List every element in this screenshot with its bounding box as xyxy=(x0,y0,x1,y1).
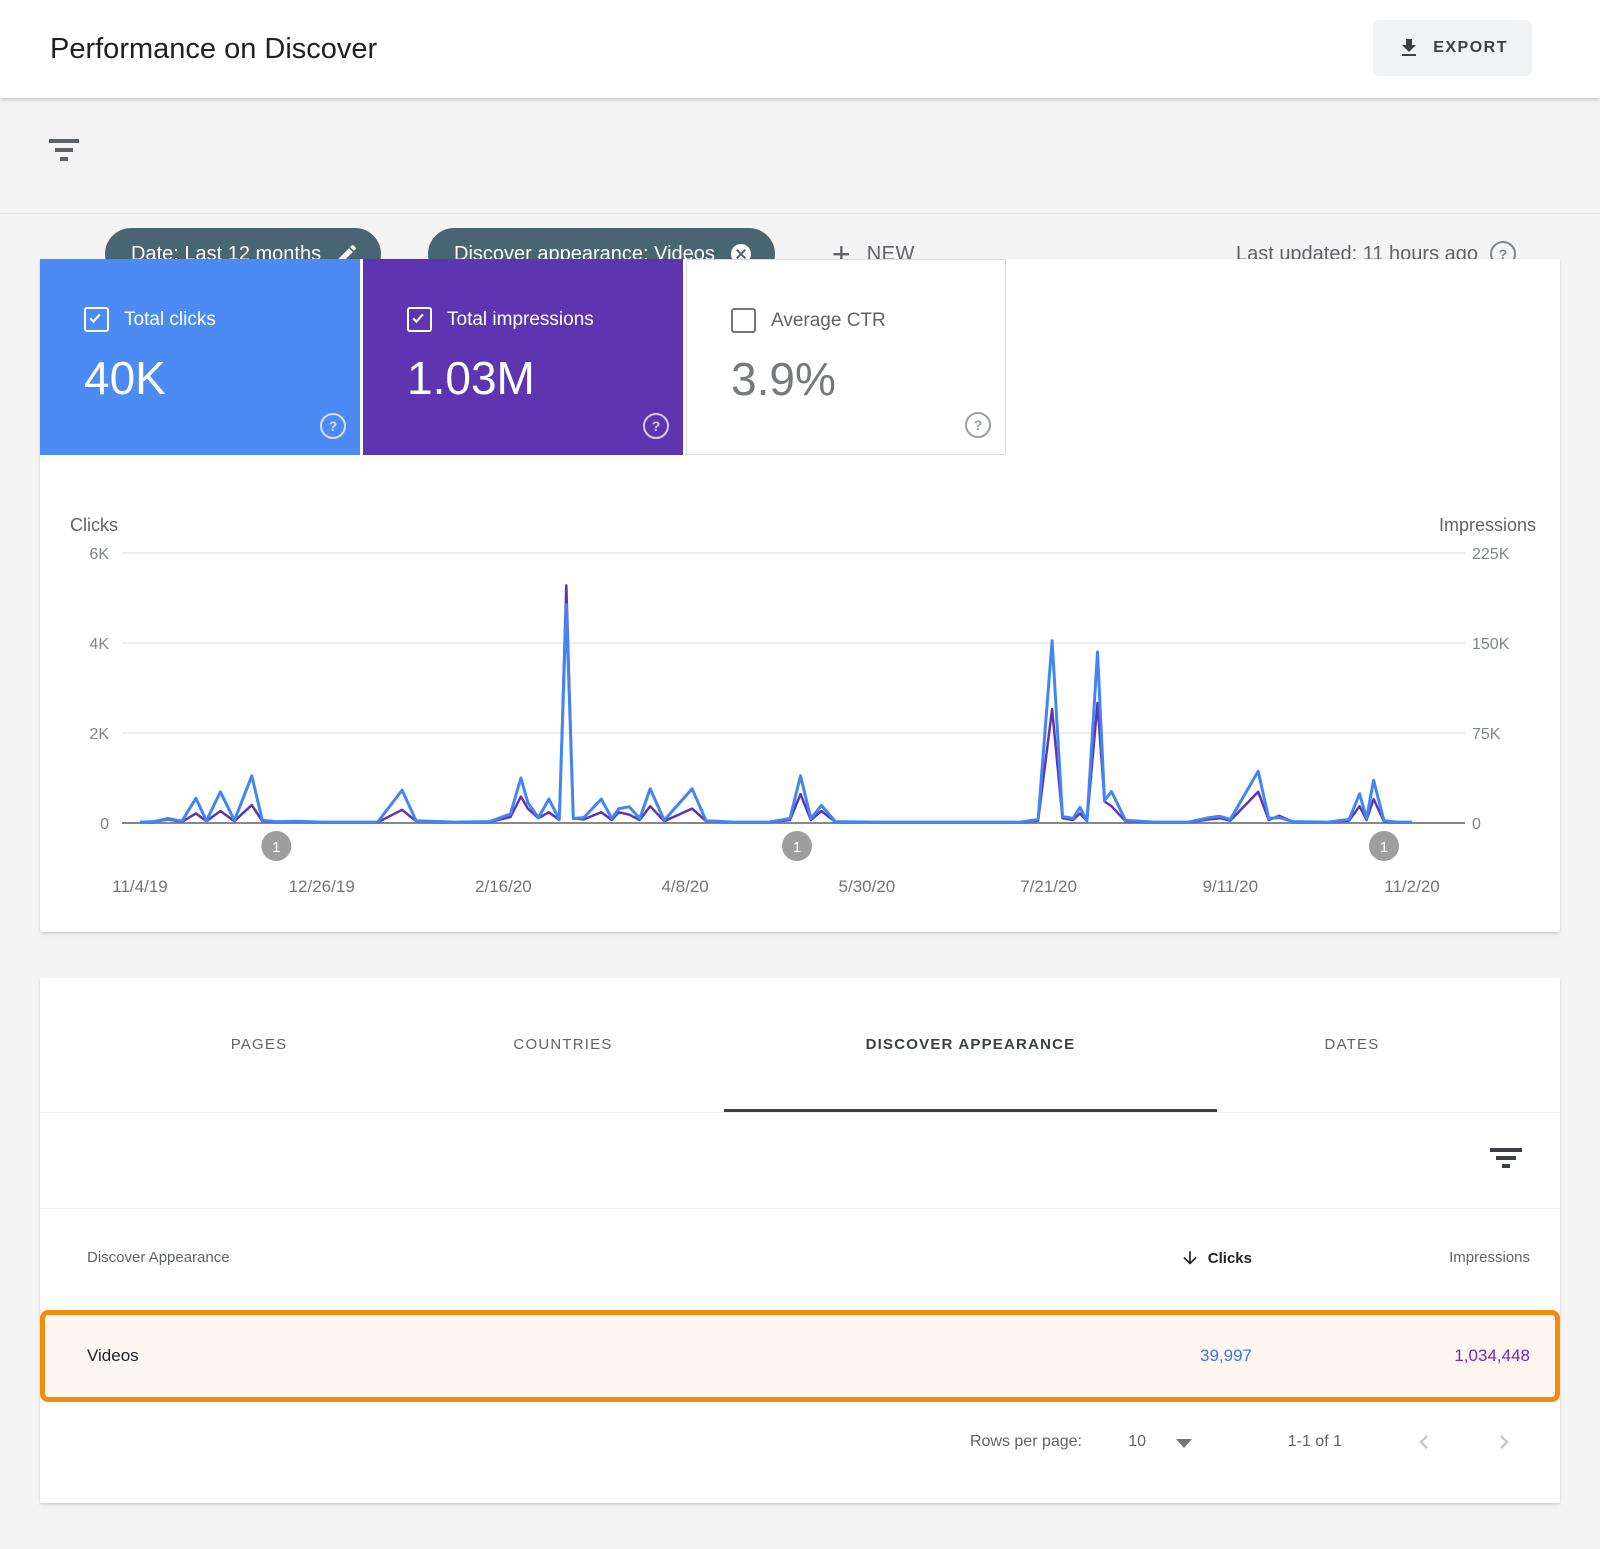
rows-per-page-dropdown-icon[interactable] xyxy=(1176,1439,1192,1448)
pagination-range: 1-1 of 1 xyxy=(1288,1402,1342,1481)
filter-bar: Date: Last 12 months Discover appearance… xyxy=(0,98,1600,214)
left-axis-ticks: 6K 4K 2K 0 xyxy=(89,546,109,833)
tab-countries[interactable]: COUNTRIES xyxy=(483,978,643,1112)
x-axis-label: 12/26/19 xyxy=(289,877,355,896)
annotation-label: 1 xyxy=(272,839,280,856)
total-impressions-checkbox[interactable] xyxy=(407,307,432,332)
column-header-impressions[interactable]: Impressions xyxy=(1449,1208,1530,1308)
total-clicks-card[interactable]: Total clicks 40K ? xyxy=(40,259,360,455)
right-axis-ticks: 225K 150K 75K 0 xyxy=(1472,546,1510,833)
total-impressions-label: Total impressions xyxy=(447,309,594,331)
appearance-cell: Videos xyxy=(87,1315,139,1397)
sort-descending-icon xyxy=(1180,1248,1200,1268)
rows-per-page-value[interactable]: 10 xyxy=(1128,1402,1146,1481)
tab-discover-appearance[interactable]: DISCOVER APPEARANCE xyxy=(724,978,1217,1112)
x-axis-label: 2/16/20 xyxy=(475,877,532,896)
svg-text:4K: 4K xyxy=(89,636,109,653)
svg-text:225K: 225K xyxy=(1472,546,1510,563)
svg-text:0: 0 xyxy=(1472,816,1481,833)
page-title: Performance on Discover xyxy=(50,0,377,98)
tab-pages[interactable]: PAGES xyxy=(179,978,339,1112)
table-row-videos-highlighted[interactable]: Videos 39,997 1,034,448 xyxy=(40,1310,1560,1402)
series-line-clicks xyxy=(140,605,1412,822)
column-header-discover-appearance[interactable]: Discover Appearance xyxy=(87,1208,230,1308)
svg-text:6K: 6K xyxy=(89,546,109,563)
series-line-impressions xyxy=(140,585,1412,822)
x-axis-label: 9/11/20 xyxy=(1203,877,1258,896)
previous-page-button[interactable] xyxy=(1410,1428,1438,1456)
table-toolbar xyxy=(40,1112,1560,1209)
help-icon[interactable]: ? xyxy=(965,412,991,438)
tab-dates[interactable]: DATES xyxy=(1272,978,1432,1112)
chevron-right-icon xyxy=(1490,1428,1518,1456)
left-axis-title: Clicks xyxy=(70,515,118,535)
help-icon[interactable]: ? xyxy=(320,413,346,439)
chevron-left-icon xyxy=(1410,1428,1438,1456)
average-ctr-card[interactable]: Average CTR 3.9% ? xyxy=(686,259,1006,455)
svg-text:75K: 75K xyxy=(1472,726,1501,743)
chart-panel: Total clicks 40K ? Total impressions 1.0… xyxy=(40,259,1560,932)
app-header: Performance on Discover EXPORT xyxy=(0,0,1600,98)
help-icon[interactable]: ? xyxy=(643,413,669,439)
x-axis-label: 5/30/20 xyxy=(839,877,896,896)
performance-line-chart[interactable]: Clicks Impressions 6K 4K 2K 0 225K 150K … xyxy=(40,455,1560,932)
average-ctr-value: 3.9% xyxy=(731,352,836,406)
dimension-tabs: PAGES COUNTRIES DISCOVER APPEARANCE DATE… xyxy=(40,978,1560,1113)
total-clicks-value: 40K xyxy=(84,351,166,405)
average-ctr-label: Average CTR xyxy=(771,310,886,332)
checkmark-icon xyxy=(87,310,103,326)
total-clicks-checkbox[interactable] xyxy=(84,307,109,332)
total-impressions-value: 1.03M xyxy=(407,351,535,405)
clicks-cell: 39,997 xyxy=(1200,1315,1252,1397)
checkmark-icon xyxy=(410,310,426,326)
table-filter-icon[interactable] xyxy=(1489,1148,1523,1172)
rows-per-page-label: Rows per page: xyxy=(970,1402,1082,1481)
svg-text:0: 0 xyxy=(100,816,109,833)
download-icon xyxy=(1397,36,1421,60)
filter-icon[interactable] xyxy=(48,139,80,165)
svg-text:2K: 2K xyxy=(89,726,109,743)
next-page-button[interactable] xyxy=(1490,1428,1518,1456)
column-header-clicks[interactable]: Clicks xyxy=(1180,1208,1252,1308)
export-label: EXPORT xyxy=(1433,39,1508,57)
table-header-row: Discover Appearance Clicks Impressions xyxy=(40,1208,1560,1308)
search-console-discover-performance: Performance on Discover EXPORT Date: Las… xyxy=(0,0,1600,1549)
svg-text:150K: 150K xyxy=(1472,636,1510,653)
total-impressions-card[interactable]: Total impressions 1.03M ? xyxy=(363,259,683,455)
x-axis-labels: 11/4/19 12/26/19 2/16/20 4/8/20 5/30/20 7/21/… xyxy=(112,877,1439,896)
average-ctr-checkbox[interactable] xyxy=(731,308,756,333)
gridlines xyxy=(122,553,1465,823)
x-axis-label: 7/21/20 xyxy=(1020,877,1077,896)
right-axis-title: Impressions xyxy=(1439,515,1536,535)
dimension-table-panel: PAGES COUNTRIES DISCOVER APPEARANCE DATE… xyxy=(40,978,1560,1503)
export-button[interactable]: EXPORT xyxy=(1373,20,1532,76)
x-axis-label: 4/8/20 xyxy=(661,877,708,896)
annotation-label: 1 xyxy=(1380,839,1388,856)
chart-annotation-markers[interactable]: 1 1 1 xyxy=(261,831,1399,861)
x-axis-label: 11/4/19 xyxy=(112,877,167,896)
impressions-cell: 1,034,448 xyxy=(1454,1315,1530,1397)
x-axis-label: 11/2/20 xyxy=(1384,877,1439,896)
annotation-label: 1 xyxy=(793,839,801,856)
table-pagination: Rows per page: 10 1-1 of 1 xyxy=(40,1402,1560,1481)
chart-series-lines xyxy=(140,585,1412,822)
total-clicks-label: Total clicks xyxy=(124,309,216,331)
